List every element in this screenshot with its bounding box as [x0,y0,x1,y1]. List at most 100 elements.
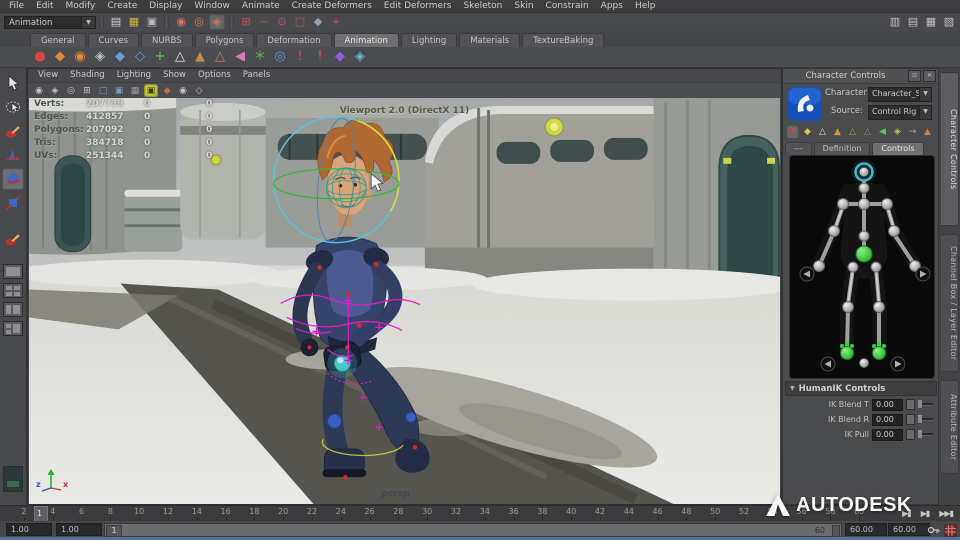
playback-start-field[interactable]: 1.00 [56,523,102,536]
slider-value-field[interactable]: 0.00 [872,413,903,426]
textured-icon[interactable]: ◉ [176,84,190,97]
menu-edit-deformers[interactable]: Edit Deformers [378,0,458,13]
snap-grid-icon[interactable]: ⊞ [238,14,254,30]
layout-preview-thumbnail[interactable] [3,466,23,492]
time-slider[interactable]: 1 ▶▮ ▶▮ ▶▶▮ 2 4 6 8 10 12 14 16 18 20 22 24 26 28 30 32 34… [0,505,960,522]
sidebar-tab-character-controls[interactable]: Character Controls [941,72,959,226]
right-hand-arrow-button[interactable] [915,266,931,282]
skeleton-icon[interactable]: △ [171,48,189,66]
sidebar-tab-channel-box-layer-editor[interactable]: Channel Box / Layer Editor [941,234,959,372]
keying-group-icon[interactable]: ◀ [876,125,889,139]
move-tool[interactable] [2,144,24,166]
film-gate-icon[interactable]: □ [96,84,110,97]
tab-controls[interactable]: Controls [872,142,924,155]
resolution-gate-icon[interactable]: ▣ [112,84,126,97]
slider-stepper-icon[interactable] [906,399,915,410]
shelf-tab-curves[interactable]: Curves [87,33,140,47]
control-rig-figure-icon[interactable]: △ [846,125,859,139]
tab-definition[interactable]: Definition [813,142,871,155]
humanik-controls-header[interactable]: ▼ HumanIK Controls [785,381,937,396]
shelf-tab-texturebaking[interactable]: TextureBaking [522,33,605,47]
last-tool-used[interactable] [2,228,24,250]
paint-select-tool[interactable] [2,120,24,142]
shelf-tab-general[interactable]: General [30,33,86,47]
slider-track[interactable] [918,415,933,423]
motion-trail-icon[interactable]: ＊ [251,48,269,66]
single-pane-layout-button[interactable] [3,264,23,279]
range-start-handle[interactable]: 1 [106,525,122,537]
slider-value-field[interactable]: 0.00 [872,428,903,441]
select-hierarchy-icon[interactable]: ◉ [173,14,189,30]
menu-skin[interactable]: Skin [508,0,539,13]
tab-[interactable]: --- [785,142,812,155]
shelf-tab-nurbs[interactable]: NURBS [141,33,193,47]
menu-skeleton[interactable]: Skeleton [457,0,508,13]
select-object-icon[interactable]: ◎ [191,14,207,30]
menu-display[interactable]: Display [143,0,188,13]
hips-effector[interactable] [855,245,873,263]
shelf-tab-materials[interactable]: Materials [459,33,521,47]
shadows-icon[interactable]: ◆ [160,84,174,97]
step-forward-frame-button[interactable]: ▶▮ [916,507,935,520]
range-slider-track[interactable]: 1 60 [104,523,842,537]
select-camera-icon[interactable]: ◉ [32,84,46,97]
two-pane-side-layout-button[interactable] [3,302,23,317]
scale-tool[interactable] [2,192,24,214]
mirror-pose-icon[interactable]: ◈ [891,125,904,139]
map-nav-buttons[interactable] [799,266,931,372]
set-key-icon[interactable]: ● [31,48,49,66]
camera-attributes-icon[interactable]: ◎ [64,84,78,97]
chevron-down-icon[interactable]: ▼ [919,88,931,101]
make-live-icon[interactable]: ◆ [310,14,326,30]
playback-end-field[interactable]: 60.00 [845,523,887,536]
snap-to-skeleton-icon[interactable]: ◈ [91,48,109,66]
select-component-icon[interactable]: ◈ [209,14,225,30]
stance-pose-icon[interactable]: ▲ [921,125,934,139]
pane-outliner-layout-button[interactable] [3,321,23,336]
snap-plane-icon[interactable]: □ [292,14,308,30]
character-dropdown[interactable]: Character_Sven ▼ [868,87,932,102]
save-scene-icon[interactable]: ▣ [144,14,160,30]
panel-menu-options[interactable]: Options [192,69,237,82]
joint-tool-icon[interactable]: ◆ [111,48,129,66]
panel-close-icon[interactable]: × [923,70,936,82]
four-pane-layout-button[interactable] [3,283,23,298]
left-foot-effector[interactable] [840,342,854,360]
panel-dock-icon[interactable]: ▫ [908,70,921,82]
slider-stepper-icon[interactable] [906,414,915,425]
panel-menu-lighting[interactable]: Lighting [111,69,157,82]
channel-box-toggle-icon[interactable]: ▦ [923,14,939,30]
menu-create[interactable]: Create [101,0,143,13]
lasso-select-tool[interactable] [2,96,24,118]
humanik-character-map[interactable] [789,155,935,379]
delete-keys-icon[interactable]: ! [311,48,329,66]
menu-create-deformers[interactable]: Create Deformers [286,0,378,13]
source-dropdown[interactable]: Control Rig ▼ [868,105,932,120]
panel-menu-view[interactable]: View [32,69,64,82]
up-axis-icon[interactable]: ◆ [331,48,349,66]
chevron-down-icon[interactable]: ▼ [82,15,96,29]
right-foot-effector[interactable] [872,342,886,360]
grid-icon[interactable]: ⊞ [80,84,94,97]
rotate-tool[interactable] [2,168,24,190]
current-frame-indicator[interactable]: 1 [34,506,48,522]
slider-track[interactable] [918,400,933,408]
paint-skin-weights-icon[interactable]: ◀ [231,48,249,66]
menu-window[interactable]: Window [188,0,236,13]
select-tool[interactable] [2,72,24,94]
new-scene-icon[interactable]: ▤ [108,14,124,30]
body-part-mode-icon[interactable]: ⊞ [786,125,799,139]
left-hand-arrow-button[interactable] [799,266,815,282]
bind-skin-icon[interactable]: ▲ [191,48,209,66]
menu-modify[interactable]: Modify [60,0,102,13]
attribute-editor-toggle-icon[interactable]: ▥ [887,14,903,30]
range-end-handle[interactable] [832,525,840,537]
right-foot-arrow-button[interactable] [890,356,906,372]
snap-point-icon[interactable]: ⊙ [274,14,290,30]
shelf-tab-animation[interactable]: Animation [333,33,399,47]
menu-apps[interactable]: Apps [595,0,629,13]
lighting-icon[interactable]: ▣ [144,84,158,97]
shelf-tab-lighting[interactable]: Lighting [400,33,458,47]
menu-set-dropdown[interactable]: Animation ▼ [4,15,96,29]
go-to-end-button[interactable]: ▶▶▮ [934,507,958,520]
